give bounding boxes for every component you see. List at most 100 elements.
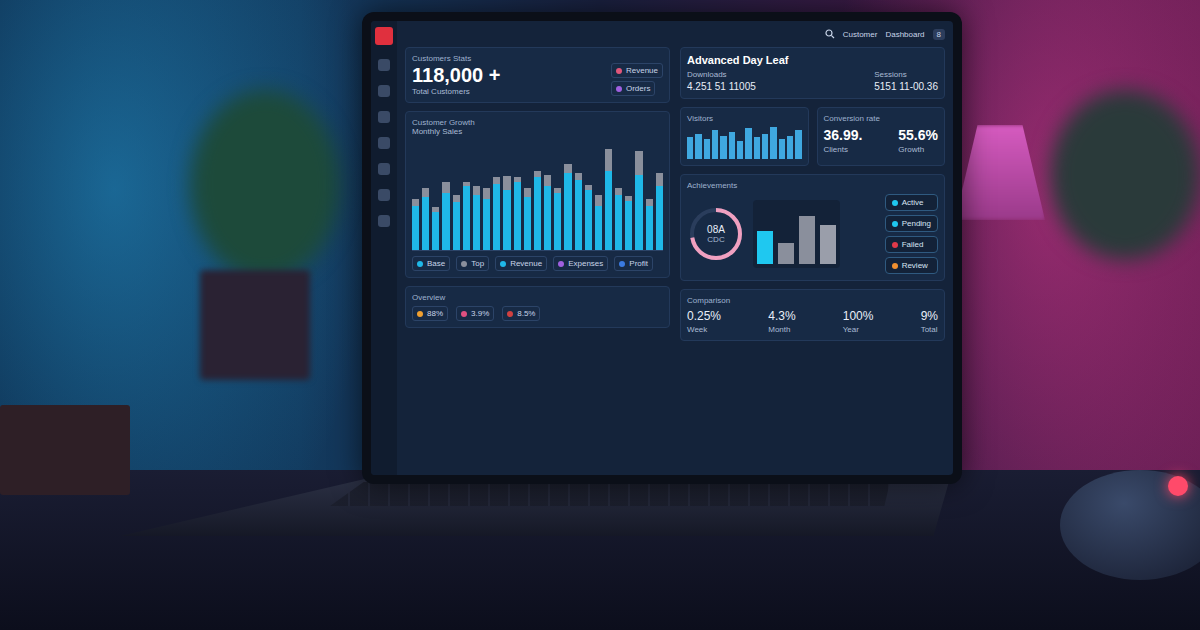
status-label: Failed (902, 240, 924, 249)
box (0, 405, 130, 495)
bar-segment (514, 182, 521, 250)
chart-bar (625, 196, 632, 250)
bar-segment (605, 149, 612, 171)
sidebar-item[interactable] (378, 163, 390, 175)
status-label: Pending (902, 219, 931, 228)
keyboard[interactable] (330, 482, 890, 506)
kpi-caption: Total Customers (412, 87, 500, 96)
legend-label: Expenses (568, 259, 603, 268)
legend-dot (558, 261, 564, 267)
bar-segment (422, 188, 429, 197)
summary-caption: Sessions (874, 70, 938, 79)
main-area: Customer Dashboard 8 Customers Stats118,000… (397, 21, 953, 475)
series-dot (417, 261, 423, 267)
mouse-light (1168, 476, 1188, 496)
bar-segment (463, 186, 470, 250)
chart-bar (503, 176, 510, 250)
comparison-item: 100%Year (843, 309, 874, 334)
header-link[interactable]: Dashboard (885, 30, 924, 39)
mini-bar (745, 128, 751, 159)
overview-value: 8.5% (517, 309, 535, 318)
bar-segment (656, 173, 663, 186)
bar-segment (473, 195, 480, 250)
bar-segment (544, 186, 551, 250)
chart-bar (656, 173, 663, 250)
rates-row: 36.99.Clients55.6%Growth (824, 127, 939, 154)
mini-bar (704, 139, 710, 159)
kpi-value: 118,000 + (412, 64, 500, 87)
bar-segment (483, 188, 490, 199)
header-link[interactable]: Customer (843, 30, 878, 39)
sidebar-item[interactable] (378, 215, 390, 227)
sidebar-item[interactable] (378, 59, 390, 71)
sidebar-item[interactable] (378, 111, 390, 123)
status-pill[interactable]: Review (885, 257, 938, 274)
mini-bar (729, 132, 735, 159)
overview-title: Overview (412, 293, 663, 302)
gauge-label: 08ACDC (687, 205, 745, 263)
achievements-row: 08ACDC Active Pending Failed Review (687, 194, 938, 274)
comparison-caption: Week (687, 325, 721, 334)
sidebar-item[interactable] (375, 27, 393, 45)
rate-item: 36.99.Clients (824, 127, 863, 154)
mini-bar (720, 136, 726, 159)
bar-segment (635, 175, 642, 250)
status-pill[interactable]: Active (885, 194, 938, 211)
sidebar-item[interactable] (378, 85, 390, 97)
bar-segment (534, 177, 541, 250)
activity-bar (778, 243, 794, 264)
chart-bar (412, 199, 419, 250)
status-dot (892, 242, 898, 248)
bar-segment (554, 193, 561, 250)
comparison-card: Comparison0.25%Week4.3%Month100%Year9%To… (680, 289, 945, 341)
overview-dot (507, 311, 513, 317)
bar-segment (575, 180, 582, 250)
mini-bar (712, 130, 718, 159)
status-label: Active (902, 198, 924, 207)
comparison-value: 100% (843, 309, 874, 323)
bar-segment (442, 182, 449, 193)
sidebar-item[interactable] (378, 137, 390, 149)
mini-bar (762, 134, 768, 159)
overview-item: 8.5% (502, 306, 540, 321)
mini-bar (687, 137, 693, 159)
comparison-item: 0.25% Week (687, 309, 721, 334)
chart-bar (646, 199, 653, 250)
notification-badge[interactable]: 8 (933, 29, 945, 40)
comparison-value: 9% (921, 309, 938, 323)
bar-segment (493, 177, 500, 184)
sidebar-item[interactable] (378, 189, 390, 201)
plant (190, 90, 340, 280)
status-pill[interactable]: Pending (885, 215, 938, 232)
overview-dot (417, 311, 423, 317)
bar-segment (564, 173, 571, 250)
bar-segment (524, 197, 531, 250)
overview-card: Overview 88%3.9%8.5% (405, 286, 670, 328)
bar-segment (564, 164, 571, 173)
summary-caption: Downloads (687, 70, 756, 79)
series-key: Base (412, 256, 450, 271)
comparison-value: 0.25% (687, 309, 721, 323)
chart-bar (483, 188, 490, 250)
bar-segment (605, 171, 612, 250)
chart-bar (564, 164, 571, 250)
comparison-row: 0.25%Week4.3%Month100%Year9%Total (687, 309, 938, 334)
chart-subtitle: Monthly Sales (412, 127, 663, 136)
status-pill[interactable]: Failed (885, 236, 938, 253)
metrics-row: VisitorsConversion rate36.99.Clients55.6… (680, 107, 945, 166)
chart-bar (473, 186, 480, 250)
chart-bar (514, 177, 521, 250)
bar-segment (595, 206, 602, 250)
overview-row: 88%3.9%8.5% (412, 306, 663, 321)
summary-value: 5151 11-00.36 (874, 81, 938, 92)
overview-item: 88% (412, 306, 448, 321)
columns: Customers Stats118,000 +Total Customers R… (405, 47, 945, 469)
mini-bars (687, 123, 802, 159)
kpi-title: Customers Stats (412, 54, 663, 63)
comparison-caption: Month (768, 325, 795, 334)
activity-bar (799, 216, 815, 264)
bar-segment (503, 190, 510, 251)
series-name: Top (471, 259, 484, 268)
status-dot (892, 221, 898, 227)
search-icon[interactable] (825, 29, 835, 39)
